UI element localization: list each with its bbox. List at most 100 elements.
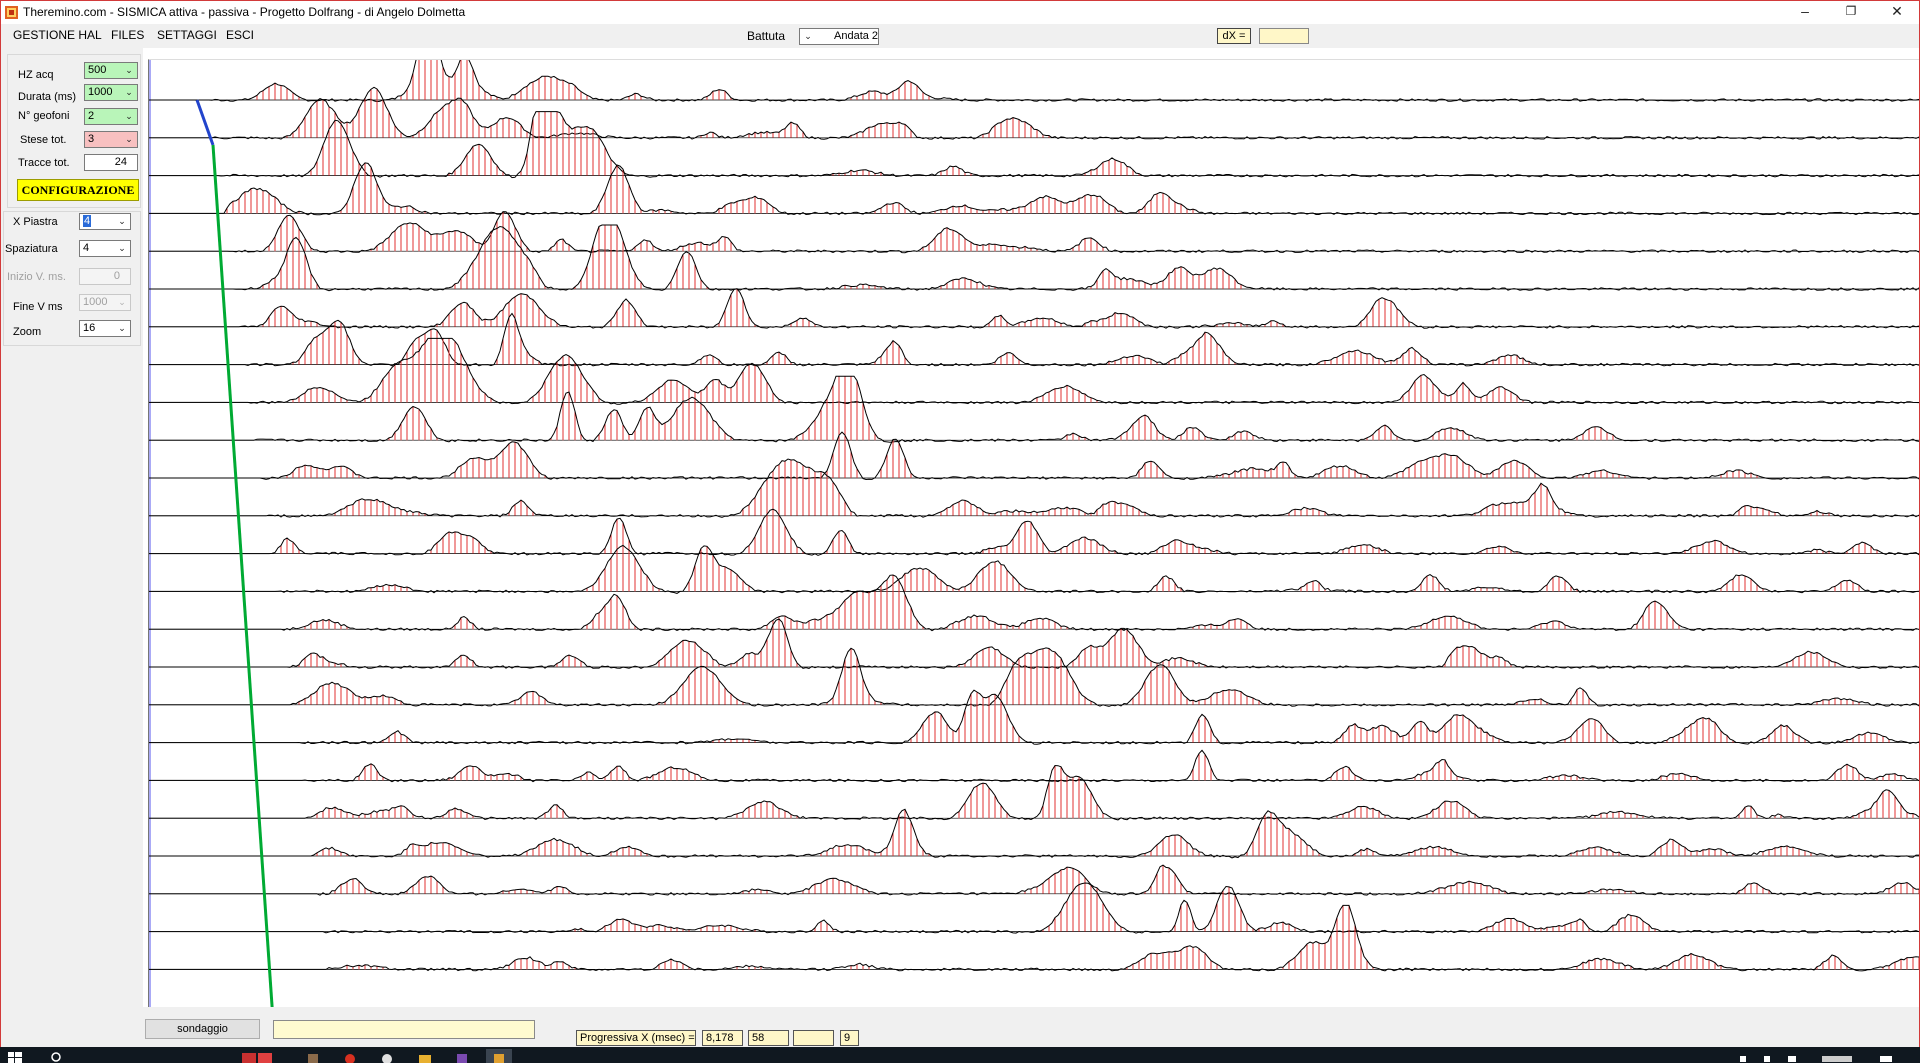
seismic-trace	[149, 618, 1919, 670]
taskbar-app-icon[interactable]	[380, 1049, 394, 1063]
dx-label: dX =	[1217, 28, 1251, 44]
battuta-label: Battuta	[747, 29, 786, 43]
first-break-line	[211, 144, 274, 1008]
seismic-trace	[149, 882, 1919, 934]
inizio-field[interactable]: 0	[79, 268, 131, 285]
trace-fill	[358, 753, 1902, 781]
sondaggio-button[interactable]: sondaggio	[145, 1019, 260, 1039]
chevron-down-icon: ⌄	[125, 87, 133, 97]
value-58: 58	[748, 1030, 789, 1046]
menu-esci[interactable]: ESCI	[226, 28, 254, 42]
chevron-down-icon: ⌄	[125, 111, 133, 121]
seismic-trace	[149, 647, 1919, 707]
taskbar-app-icon[interactable]	[240, 1049, 276, 1063]
seismic-trace	[149, 211, 1919, 254]
trace-fill	[262, 225, 1242, 289]
trace-fill	[310, 111, 1140, 176]
taskbar-app-icon[interactable]	[455, 1049, 469, 1063]
seismic-trace	[149, 689, 1919, 745]
trace-fill	[286, 435, 1758, 478]
stese-select[interactable]: 3 ⌄	[84, 131, 138, 148]
zoom-select[interactable]: 16 ⌄	[79, 320, 131, 337]
geofoni-select[interactable]: 2 ⌄	[84, 108, 138, 125]
chevron-down-icon: ⌄	[118, 243, 126, 253]
menu-settaggi[interactable]: SETTAGGI	[157, 28, 217, 42]
chevron-down-icon: ⌄	[118, 323, 126, 333]
durata-label: Durata (ms)	[18, 91, 77, 103]
fine-select[interactable]: 1000 ⌄	[79, 294, 131, 311]
fine-label: Fine V ms	[13, 301, 63, 313]
hz-acq-value: 500	[88, 64, 107, 76]
progressiva-value: 8,178	[702, 1030, 743, 1046]
chevron-down-icon: ⌄	[118, 216, 126, 226]
maximize-button[interactable]: ❐	[1828, 1, 1874, 24]
chevron-down-icon: ⌄	[125, 134, 133, 144]
app-window: Theremino.com - SISMICA attiva - passiva…	[0, 0, 1920, 1063]
windows-start-icon[interactable]	[6, 1049, 24, 1063]
trace-fill	[382, 692, 1890, 743]
spaziatura-label: Spaziatura	[5, 243, 58, 255]
stese-label: Stese tot.	[20, 134, 67, 146]
seismic-trace	[149, 864, 1919, 896]
seismic-trace	[149, 288, 1919, 329]
seismic-trace	[149, 337, 1919, 405]
menu-gestione-hal[interactable]: GESTIONE HAL	[13, 28, 102, 42]
value-9: 9	[840, 1030, 859, 1046]
durata-select[interactable]: 1000 ⌄	[84, 84, 138, 101]
fine-value: 1000	[83, 296, 108, 308]
taskbar-app-icon[interactable]	[343, 1049, 357, 1063]
seismogram-canvas[interactable]	[149, 60, 1920, 1008]
chevron-down-icon: ⌄	[118, 297, 126, 307]
x-piastra-select[interactable]: 4 ⌄	[79, 213, 131, 230]
trace-fill	[292, 317, 1530, 365]
seismic-trace	[149, 312, 1919, 367]
hz-acq-label: HZ acq	[18, 69, 54, 81]
app-icon	[5, 6, 18, 19]
battuta-select[interactable]: ⌄ Andata 2	[799, 28, 879, 45]
taskbar-app-icon[interactable]	[306, 1049, 320, 1063]
taskbar	[0, 1047, 1920, 1063]
menu-files[interactable]: FILES	[111, 28, 144, 42]
trace-fill	[298, 619, 1836, 667]
trace-fill	[388, 376, 1614, 441]
zoom-value: 16	[83, 322, 96, 334]
seismic-trace	[149, 574, 1919, 632]
search-icon[interactable]	[50, 1049, 64, 1063]
seismic-trace	[149, 111, 1919, 179]
folder-icon[interactable]	[418, 1049, 432, 1063]
geofoni-label: N° geofoni	[18, 110, 70, 122]
close-button[interactable]: ✕	[1874, 1, 1919, 24]
tracce-field[interactable]: 24	[84, 154, 138, 171]
configurazione-button[interactable]: CONFIGURAZIONE	[17, 179, 139, 201]
trace-fill	[292, 338, 1524, 403]
x-piastra-value: 4	[83, 215, 92, 227]
inizio-label: Inizio V. ms.	[7, 271, 66, 283]
title-bar: Theremino.com - SISMICA attiva - passiva…	[1, 1, 1919, 24]
durata-value: 1000	[88, 86, 113, 98]
trace-fill	[262, 288, 1410, 327]
seismic-trace	[149, 431, 1919, 481]
trace-fill	[256, 60, 930, 100]
stese-value: 3	[88, 133, 95, 145]
trace-fill	[334, 460, 1830, 516]
system-tray-icons[interactable]	[1740, 1049, 1900, 1063]
spaziatura-value: 4	[83, 242, 90, 254]
trace-fill	[346, 905, 1919, 970]
hz-acq-select[interactable]: 500 ⌄	[84, 62, 138, 79]
spaziatura-select[interactable]: 4 ⌄	[79, 240, 131, 257]
status-field[interactable]	[273, 1020, 535, 1039]
chevron-down-icon: ⌄	[125, 65, 133, 75]
chevron-down-icon: ⌄	[804, 31, 812, 41]
tracce-label: Tracce tot.	[18, 157, 70, 169]
seismogram-plot[interactable]	[148, 59, 1920, 1008]
window-title: Theremino.com - SISMICA attiva - passiva…	[23, 5, 466, 19]
seismic-trace	[149, 162, 1919, 216]
seismic-trace	[149, 60, 1919, 103]
taskbar-active-app-icon[interactable]	[486, 1049, 512, 1063]
progressiva-label: Progressiva X (msec) =	[576, 1030, 696, 1046]
x-piastra-label: X Piastra	[13, 216, 58, 228]
minimize-button[interactable]: –	[1782, 1, 1828, 24]
seismic-trace	[149, 224, 1919, 292]
geofoni-value: 2	[88, 110, 95, 122]
zoom-label: Zoom	[13, 326, 42, 338]
